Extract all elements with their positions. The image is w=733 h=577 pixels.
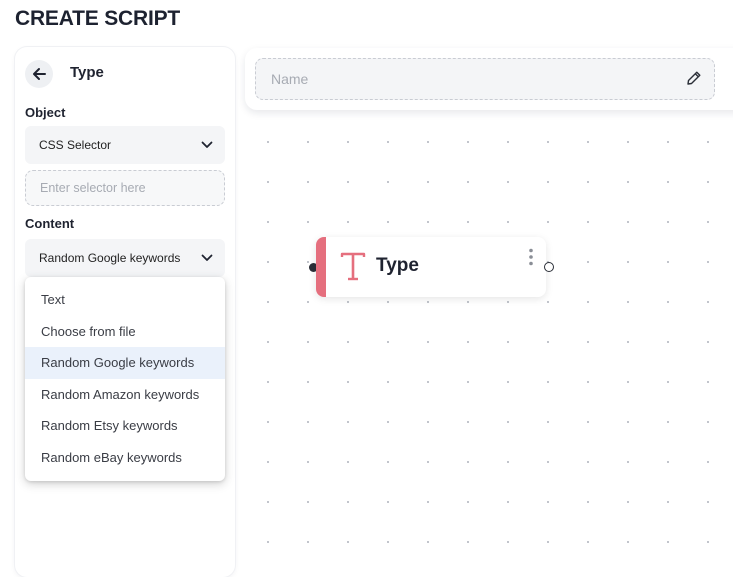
script-name-input[interactable] <box>255 58 715 100</box>
dropdown-option-text[interactable]: Text <box>25 284 225 316</box>
dropdown-option-choose-from-file[interactable]: Choose from file <box>25 316 225 348</box>
node-output-port[interactable] <box>544 262 554 272</box>
dropdown-option-random-amazon-keywords[interactable]: Random Amazon keywords <box>25 379 225 411</box>
dropdown-option-random-google-keywords[interactable]: Random Google keywords <box>25 347 225 379</box>
node-title: Type <box>376 255 419 276</box>
panel-title: Type <box>70 64 104 81</box>
arrow-left-icon <box>33 68 46 80</box>
vertical-dots-icon[interactable] <box>528 248 534 266</box>
selector-input[interactable] <box>25 170 225 206</box>
content-select[interactable]: Random Google keywords <box>25 239 225 277</box>
object-select[interactable]: CSS Selector <box>25 126 225 164</box>
dropdown-option-random-ebay-keywords[interactable]: Random eBay keywords <box>25 442 225 474</box>
type-node[interactable]: Type <box>316 237 546 297</box>
node-accent-strip <box>316 237 326 297</box>
chevron-down-icon <box>201 141 213 148</box>
back-button[interactable] <box>25 60 53 88</box>
content-dropdown-menu: Text Choose from file Random Google keyw… <box>25 277 225 481</box>
text-type-icon <box>340 252 366 281</box>
content-select-value: Random Google keywords <box>39 251 181 265</box>
object-select-value: CSS Selector <box>39 138 112 152</box>
object-label: Object <box>25 105 66 120</box>
pencil-icon[interactable] <box>686 70 702 86</box>
content-label: Content <box>25 216 75 231</box>
page-title: CREATE SCRIPT <box>15 7 181 30</box>
chevron-down-icon <box>201 254 213 261</box>
script-name-bar <box>245 48 733 110</box>
workflow-canvas[interactable] <box>245 110 733 570</box>
dropdown-option-random-etsy-keywords[interactable]: Random Etsy keywords <box>25 410 225 442</box>
